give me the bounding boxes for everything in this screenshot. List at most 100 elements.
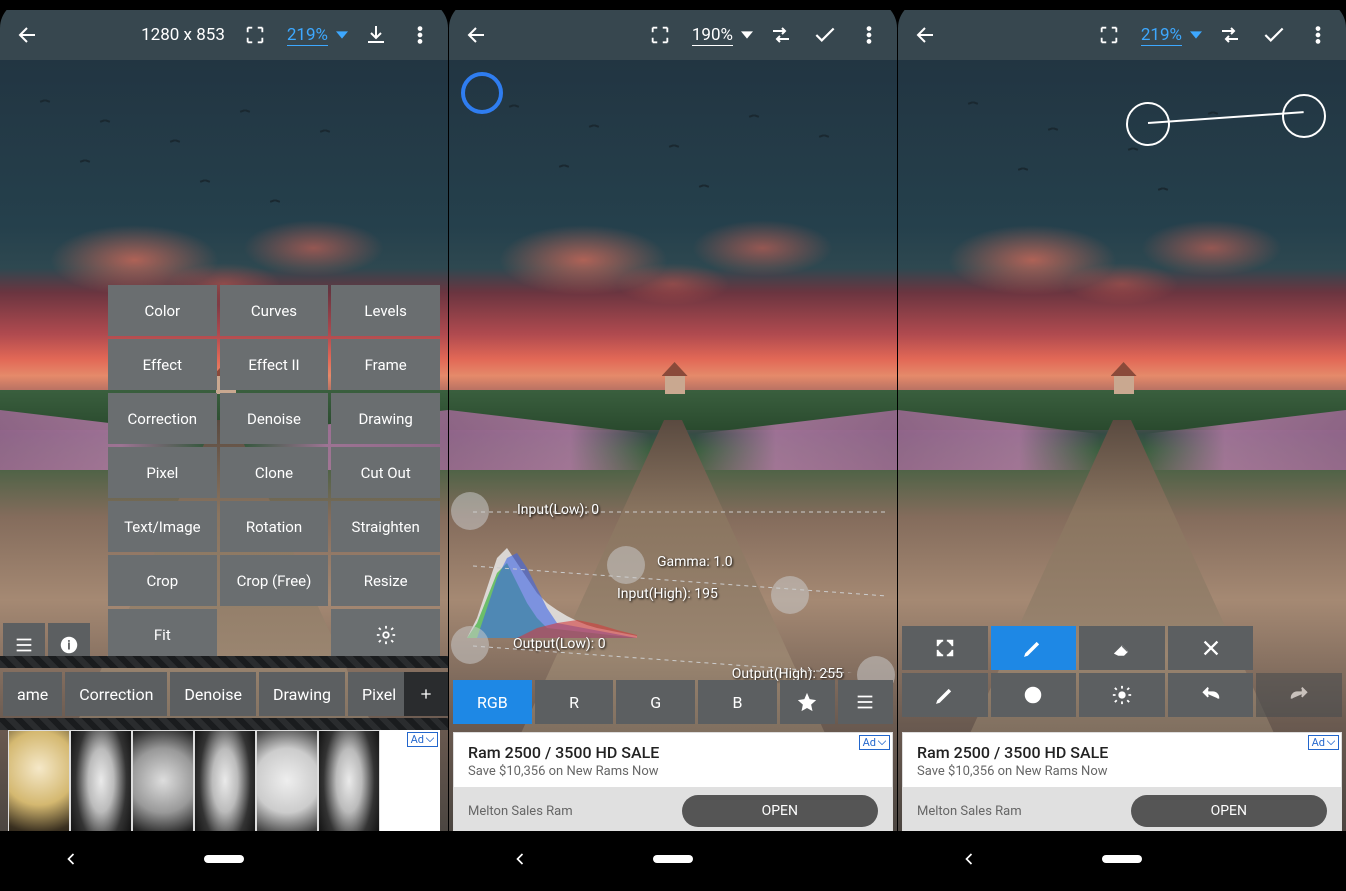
channel-rgb[interactable]: RGB — [453, 680, 532, 724]
sample-point-indicator[interactable] — [461, 72, 503, 114]
ad-source: Melton Sales Ram — [468, 804, 682, 819]
tabs-row: ame Correction Denoise Drawing Pixel Clo — [0, 672, 448, 716]
top-toolbar: 219% — [898, 10, 1346, 60]
menu-textimage[interactable]: Text/Image — [108, 501, 217, 552]
image-dimensions: 1280 x 853 — [141, 25, 225, 45]
back-icon[interactable] — [6, 13, 50, 57]
levels-panel: Input(Low): 0 Gamma: 1.0 Input(High): 19… — [457, 498, 889, 673]
menu-color[interactable]: Color — [108, 285, 217, 336]
channel-g[interactable]: G — [616, 680, 695, 724]
menu-levels[interactable]: Levels — [331, 285, 440, 336]
drawn-line[interactable] — [1148, 111, 1304, 124]
compare-icon[interactable] — [759, 13, 803, 57]
drawing-toolbar — [902, 626, 1342, 717]
redo-icon[interactable] — [1256, 673, 1342, 717]
ad-badge: Ad — [407, 732, 438, 747]
nav-home-icon[interactable] — [653, 851, 693, 871]
phone-3: 219% — [898, 0, 1346, 891]
settings-icon[interactable] — [1079, 673, 1165, 717]
overflow-menu-icon[interactable] — [1296, 13, 1340, 57]
menu-resize[interactable]: Resize — [331, 555, 440, 606]
undo-icon[interactable] — [1168, 673, 1254, 717]
tab-pixel[interactable]: Pixel — [348, 672, 410, 716]
close-tool-icon[interactable] — [1168, 626, 1254, 670]
tab-correction[interactable]: Correction — [65, 672, 167, 716]
nav-home-icon[interactable] — [204, 851, 244, 871]
menu-frame[interactable]: Frame — [331, 339, 440, 390]
pencil-secondary-icon[interactable] — [902, 673, 988, 717]
phone-2: 190% — [449, 0, 897, 891]
zoom-dropdown[interactable]: 190% — [688, 25, 753, 46]
ad-title: Ram 2500 / 3500 HD SALE — [903, 733, 1341, 764]
ad-open-button[interactable]: OPEN — [682, 795, 878, 827]
channel-b[interactable]: B — [698, 680, 777, 724]
android-navbar — [898, 831, 1346, 891]
menu-pixel[interactable]: Pixel — [108, 447, 217, 498]
ad-open-button[interactable]: OPEN — [1131, 795, 1327, 827]
line-handle-end[interactable] — [1282, 94, 1326, 138]
menu-drawing[interactable]: Drawing — [331, 393, 440, 444]
menu-effect2[interactable]: Effect II — [220, 339, 329, 390]
line-handle-start[interactable] — [1126, 102, 1170, 146]
expand-icon[interactable] — [902, 626, 988, 670]
ad-badge: Ad — [859, 735, 890, 750]
nav-home-icon[interactable] — [1102, 851, 1142, 871]
hamburger-icon[interactable] — [838, 680, 893, 724]
ad-badge: Ad — [1308, 735, 1339, 750]
zoom-value: 190% — [692, 25, 733, 46]
back-icon[interactable] — [455, 13, 499, 57]
handle-output-low[interactable] — [451, 626, 489, 664]
favorite-icon[interactable] — [780, 680, 835, 724]
menu-curves[interactable]: Curves — [220, 285, 329, 336]
ad-subtitle: Save $10,356 on New Rams Now — [903, 764, 1341, 787]
handle-input-low[interactable] — [451, 492, 489, 530]
label-gamma: Gamma: 1.0 — [657, 554, 733, 570]
zoom-value: 219% — [1141, 25, 1182, 46]
compare-icon[interactable] — [1208, 13, 1252, 57]
tab-drawing[interactable]: Drawing — [259, 672, 345, 716]
tab-denoise[interactable]: Denoise — [170, 672, 256, 716]
line-tool-overlay — [1126, 102, 1326, 162]
fullscreen-icon[interactable] — [638, 13, 682, 57]
overflow-menu-icon[interactable] — [847, 13, 891, 57]
pencil-tool-icon[interactable] — [991, 626, 1077, 670]
handle-input-high[interactable] — [771, 576, 809, 614]
download-icon[interactable] — [354, 13, 398, 57]
apply-check-icon[interactable] — [803, 13, 847, 57]
eraser-tool-icon[interactable] — [1079, 626, 1165, 670]
menu-straighten[interactable]: Straighten — [331, 501, 440, 552]
label-input-high: Input(High): 195 — [617, 586, 718, 602]
label-input-low: Input(Low): 0 — [517, 502, 599, 518]
menu-effect[interactable]: Effect — [108, 339, 217, 390]
handle-gamma[interactable] — [607, 546, 645, 584]
ad-source: Melton Sales Ram — [917, 804, 1131, 819]
nav-back-icon[interactable] — [61, 849, 81, 873]
menu-denoise[interactable]: Denoise — [220, 393, 329, 444]
status-bar — [0, 0, 448, 10]
fullscreen-icon[interactable] — [1087, 13, 1131, 57]
menu-correction[interactable]: Correction — [108, 393, 217, 444]
ad-subtitle: Save $10,356 on New Rams Now — [454, 764, 892, 787]
target-icon[interactable] — [991, 673, 1077, 717]
nav-back-icon[interactable] — [959, 849, 979, 873]
menu-crop[interactable]: Crop — [108, 555, 217, 606]
svg-text:i: i — [67, 639, 70, 654]
menu-cropfree[interactable]: Crop (Free) — [220, 555, 329, 606]
nav-back-icon[interactable] — [510, 849, 530, 873]
android-navbar — [0, 831, 448, 891]
menu-cutout[interactable]: Cut Out — [331, 447, 440, 498]
fullscreen-icon[interactable] — [233, 13, 277, 57]
back-icon[interactable] — [904, 13, 948, 57]
channel-r[interactable]: R — [535, 680, 614, 724]
menu-rotation[interactable]: Rotation — [220, 501, 329, 552]
top-toolbar: 1280 x 853 219% — [0, 10, 448, 60]
apply-check-icon[interactable] — [1252, 13, 1296, 57]
tab-frame[interactable]: ame — [3, 672, 62, 716]
zoom-dropdown[interactable]: 219% — [283, 25, 348, 46]
add-tab-icon[interactable] — [404, 672, 448, 716]
zoom-dropdown[interactable]: 219% — [1137, 25, 1202, 46]
ad-title: Ram 2500 / 3500 HD SALE — [454, 733, 892, 764]
birds-decoration — [20, 90, 428, 240]
overflow-menu-icon[interactable] — [398, 13, 442, 57]
menu-clone[interactable]: Clone — [220, 447, 329, 498]
